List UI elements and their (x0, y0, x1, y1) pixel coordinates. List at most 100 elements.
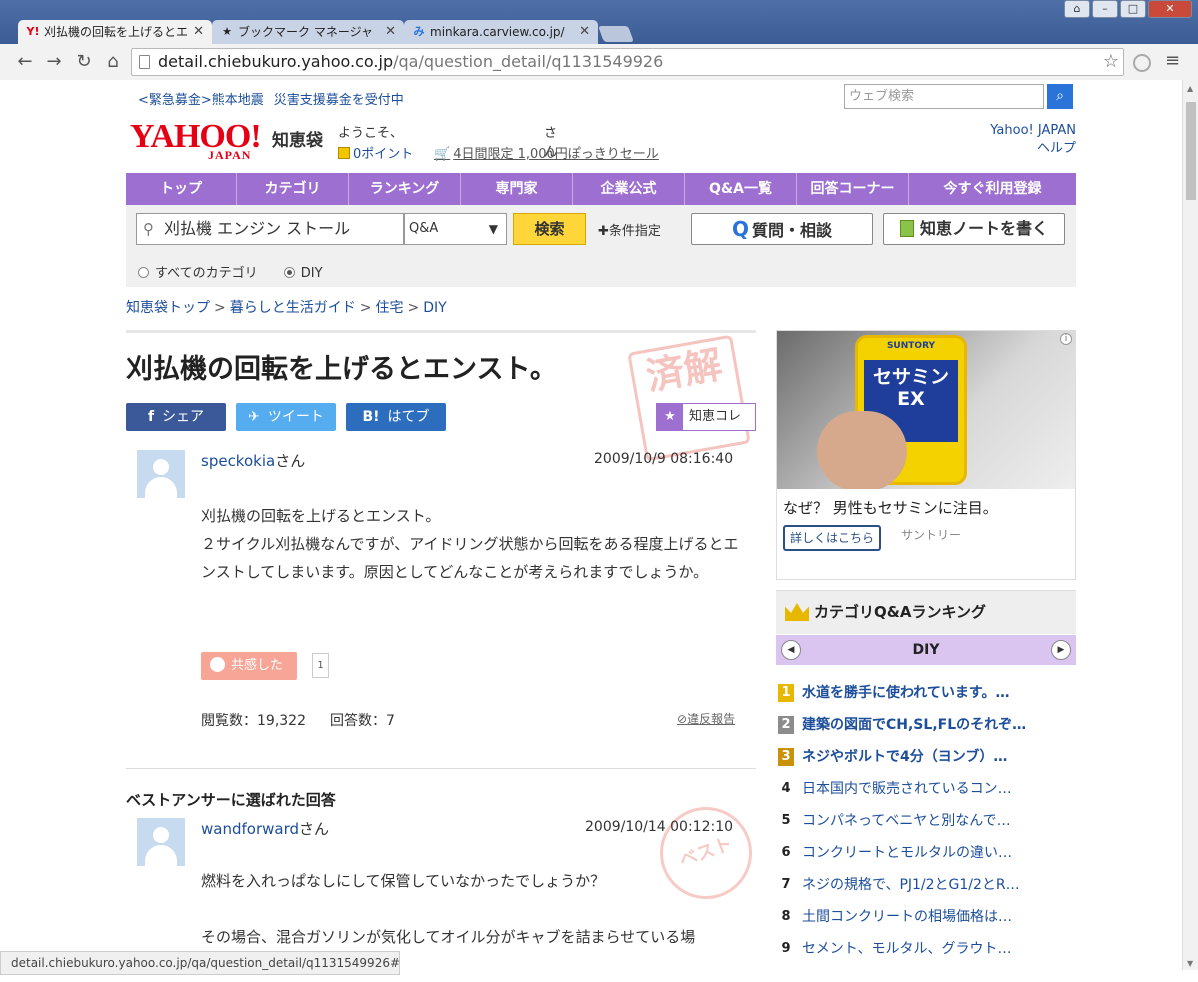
disaster-notice[interactable]: <緊急募金>熊本地震 災害支援募金を受付中 (138, 89, 414, 108)
breadcrumb: 知恵袋トップ > 暮らしと生活ガイド > 住宅 > DIY (126, 297, 447, 317)
browser-menu-icon[interactable]: ≡ (1165, 50, 1180, 71)
ranking-question-link[interactable]: 土間コンクリートの相場価格は… (802, 901, 1012, 933)
forward-arrow-icon[interactable]: → (42, 50, 66, 74)
ranking-item[interactable]: 3 ネジやボルトで4分（ヨンブ）… (776, 741, 1076, 773)
gnav-item-qa-list[interactable]: Q&A一覧 (685, 173, 797, 205)
ranking-item[interactable]: 1 水道を勝手に使われています。… (776, 677, 1076, 709)
sale-link[interactable]: 🛒 4日間限定 1,000円ぽっきりセール (434, 143, 659, 162)
ranking-question-link[interactable]: ネジの規格で、PJ1/2とG1/2とR… (802, 869, 1020, 901)
back-arrow-icon[interactable]: ← (13, 50, 37, 74)
ranking-question-link[interactable]: セメント、モルタル、グラウト… (802, 933, 1011, 965)
hatena-b-icon: B! (362, 409, 380, 425)
web-search-input[interactable]: ウェブ検索 (844, 84, 1044, 109)
avatar[interactable] (137, 450, 185, 498)
prev-category-icon[interactable]: ◀ (781, 640, 801, 660)
radio-all-categories[interactable]: すべてのカテゴリ (138, 266, 258, 281)
gnav-item-category[interactable]: カテゴリ (237, 173, 349, 205)
rank-number: 1 (778, 684, 794, 702)
ask-question-button[interactable]: Q 質問・相談 (691, 213, 873, 245)
breadcrumb-item[interactable]: DIY (423, 300, 446, 316)
close-tab-icon[interactable]: ✕ (385, 20, 396, 44)
scroll-up-icon[interactable]: ▲ (1187, 84, 1193, 93)
points-link[interactable]: 0ポイント (338, 143, 413, 162)
author-name[interactable]: wandforward (201, 820, 299, 838)
ranking-item[interactable]: 2 建築の図面でCH,SL,FLのそれぞ… (776, 709, 1076, 741)
sidebar-ad[interactable]: SUNTORY セサミンEX i なぜ？ 男性もセサミンに注目。 詳しくはこちら… (776, 330, 1076, 580)
new-tab-button[interactable] (598, 26, 634, 42)
ad-details-button[interactable]: 詳しくはこちら (783, 525, 881, 551)
avatar[interactable] (137, 818, 185, 866)
help-link[interactable]: ヘルプ (990, 140, 1076, 158)
notice-link[interactable]: <緊急募金>熊本地震 (138, 93, 264, 108)
ranking-item[interactable]: 4 日本国内で販売されているコン… (776, 773, 1076, 805)
ranking-question-link[interactable]: ネジやボルトで4分（ヨンブ）… (802, 741, 1007, 773)
twitter-share-button[interactable]: ✈ ツイート (236, 403, 336, 431)
gnav-item-ranking[interactable]: ランキング (349, 173, 461, 205)
ranking-item[interactable]: 7 ネジの規格で、PJ1/2とG1/2とR… (776, 869, 1076, 901)
author-name[interactable]: speckokia (201, 452, 275, 470)
hatena-bookmark-button[interactable]: B! はてブ (346, 403, 446, 431)
next-category-icon[interactable]: ▶ (1051, 640, 1071, 660)
ad-image[interactable]: SUNTORY セサミンEX (777, 331, 1075, 489)
notice-link[interactable]: 災害支援募金を受付中 (274, 93, 404, 108)
home-icon[interactable]: ⌂ (101, 50, 125, 74)
breadcrumb-item[interactable]: 住宅 (375, 300, 403, 316)
ad-title[interactable]: なぜ？ 男性もセサミンに注目。 (783, 497, 998, 518)
bookmark-star-icon[interactable]: ☆ (1103, 49, 1119, 75)
question-author[interactable]: speckokiaさん (201, 450, 305, 471)
close-tab-icon[interactable]: ✕ (193, 20, 204, 44)
ranking-item[interactable]: 9 セメント、モルタル、グラウト… (776, 933, 1076, 965)
extension-icon[interactable] (1133, 54, 1151, 72)
vertical-scrollbar[interactable]: ▲ ▼ (1182, 80, 1198, 970)
tab-bookmark-manager[interactable]: ★ ブックマーク マネージャ ✕ (212, 20, 404, 44)
reload-icon[interactable]: ↻ (72, 50, 96, 74)
ranking-question-link[interactable]: コンパネってベニヤと別なんで… (802, 805, 1011, 837)
minimize-button[interactable]: – (1092, 0, 1118, 18)
chie-collection-button[interactable]: ★ 知恵コレ (656, 403, 756, 431)
empathy-button[interactable]: 共感した (201, 652, 297, 680)
conditions-link[interactable]: ✚条件指定 (598, 220, 661, 239)
ranking-question-link[interactable]: 水道を勝手に使われています。… (802, 677, 1009, 709)
ranking-question-link[interactable]: 日本国内で販売されているコン… (802, 773, 1012, 805)
radio-label: DIY (300, 266, 323, 281)
yahoo-chiebukuro-logo[interactable]: YAHOO! JAPAN 知恵袋 (130, 120, 323, 163)
author-suffix: さん (275, 452, 306, 470)
breadcrumb-item[interactable]: 知恵袋トップ (126, 300, 210, 316)
view-count: 閲覧数：19,322 (201, 713, 306, 729)
share-label: はてブ (387, 409, 430, 425)
yahoo-japan-link[interactable]: Yahoo! JAPAN (990, 122, 1076, 140)
qa-search-input[interactable]: ⚲ 刈払機 エンジン ストール (136, 213, 404, 245)
page-icon (139, 55, 150, 69)
scrollbar-thumb[interactable] (1186, 102, 1196, 200)
ad-info-icon[interactable]: i (1060, 333, 1072, 345)
ranking-question-link[interactable]: 建築の図面でCH,SL,FLのそれぞ… (802, 709, 1026, 741)
gnav-item-register[interactable]: 今すぐ利用登録 (909, 173, 1076, 205)
user-profile-icon[interactable]: ⌂ (1064, 0, 1090, 18)
gnav-item-official[interactable]: 企業公式 (573, 173, 685, 205)
scroll-down-icon[interactable]: ▼ (1187, 959, 1193, 968)
gnav-item-experts[interactable]: 専門家 (461, 173, 573, 205)
breadcrumb-item[interactable]: 暮らしと生活ガイド (230, 300, 356, 316)
report-link[interactable]: ⊘違反報告 (677, 710, 735, 727)
close-window-button[interactable]: ✕ (1148, 0, 1192, 18)
ranking-item[interactable]: 6 コンクリートとモルタルの違い… (776, 837, 1076, 869)
ranking-item[interactable]: 5 コンパネってベニヤと別なんで… (776, 805, 1076, 837)
gnav-item-answer-corner[interactable]: 回答コーナー (797, 173, 909, 205)
maximize-button[interactable]: □ (1120, 0, 1146, 18)
search-scope-select[interactable]: Q&A ▼ (404, 213, 507, 245)
web-search-button[interactable]: ⌕ (1047, 84, 1073, 109)
question-stats: 閲覧数：19,322 回答数：7 (201, 710, 395, 730)
close-tab-icon[interactable]: ✕ (579, 20, 590, 44)
address-bar[interactable]: detail.chiebukuro.yahoo.co.jp/qa/questio… (131, 48, 1124, 76)
twitter-bird-icon: ✈ (248, 409, 260, 425)
radio-diy[interactable]: DIY (283, 266, 323, 281)
tab-minkara[interactable]: み minkara.carview.co.jp/ ✕ (404, 20, 598, 44)
ranking-question-link[interactable]: コンクリートとモルタルの違い… (802, 837, 1012, 869)
ranking-item[interactable]: 8 土間コンクリートの相場価格は… (776, 901, 1076, 933)
facebook-share-button[interactable]: f シェア (126, 403, 226, 431)
answer-author[interactable]: wandforwardさん (201, 818, 329, 839)
tab-question[interactable]: Y! 刈払機の回転を上げるとエ ✕ (18, 20, 212, 44)
write-note-button[interactable]: 知恵ノートを書く (883, 213, 1065, 245)
gnav-item-top[interactable]: トップ (126, 173, 237, 205)
search-submit-button[interactable]: 検索 (513, 213, 586, 245)
